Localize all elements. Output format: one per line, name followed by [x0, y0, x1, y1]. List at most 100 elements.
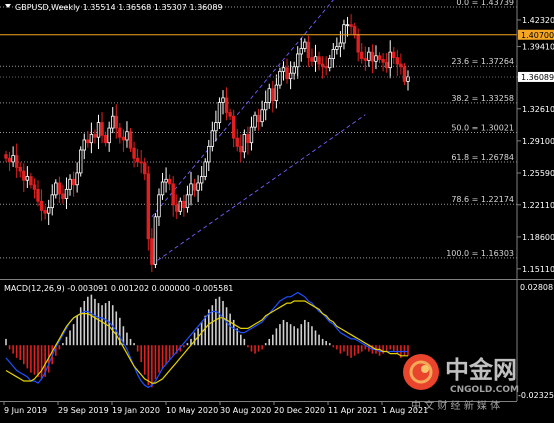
- price-tick-label: 1.32610: [522, 105, 554, 114]
- candle-body: [61, 193, 65, 199]
- price-tick-label: 1.15110: [522, 265, 554, 274]
- candle-body: [392, 51, 396, 59]
- candle-body: [306, 41, 311, 59]
- cngold-slogan-text: 中 文 财 经 新 媒 体: [411, 399, 500, 412]
- candle-body: [384, 61, 389, 69]
- candle-body: [367, 51, 371, 61]
- macd-axis-bottom: -0.02325: [518, 391, 554, 400]
- candle-body: [103, 134, 108, 144]
- candle-body: [256, 114, 261, 123]
- candle-body: [331, 48, 335, 59]
- fib-level-label: 78.6 = 1.22174: [451, 195, 514, 204]
- candle-body: [75, 172, 79, 186]
- price-axis[interactable]: 1.42320 1.39410 1.36089 1.32610 1.29100 1.255…: [516, 0, 554, 401]
- candle-body: [231, 115, 236, 139]
- time-tick-label: 19 Jan 2020: [112, 406, 160, 415]
- time-tick-label: 9 Jun 2019: [4, 406, 47, 415]
- candle-body: [260, 109, 264, 123]
- candle-body: [349, 24, 353, 27]
- candle-body: [139, 161, 143, 164]
- candle-body: [313, 56, 318, 62]
- candle-body: [192, 183, 197, 191]
- candle-body: [249, 126, 254, 144]
- candle-body: [160, 181, 165, 196]
- candle-body: [285, 67, 289, 80]
- fib-level-label: 50.0 = 1.30021: [451, 123, 514, 132]
- candle-body: [114, 115, 118, 129]
- candle-body: [36, 188, 40, 202]
- candle-body: [217, 102, 222, 123]
- candle-body: [406, 76, 410, 82]
- price-panel[interactable]: 0.0 = 1.43739 23.6 = 1.37264 38.2 = 1.3325…: [0, 0, 517, 279]
- time-tick-label: 11 Apr 2021: [328, 406, 377, 415]
- candle-body: [57, 182, 62, 195]
- time-tick-label: 20 Dec 2020: [274, 406, 325, 415]
- candle-body: [128, 131, 133, 149]
- candle-body: [121, 136, 126, 141]
- candle-body: [310, 57, 314, 62]
- candle-body: [111, 115, 115, 129]
- candle-body: [345, 24, 350, 27]
- candle-body: [342, 24, 346, 44]
- candle-body: [125, 131, 129, 141]
- candle-body: [274, 84, 279, 102]
- candle-body: [171, 183, 175, 206]
- price-tick-label: 1.39410: [522, 43, 554, 52]
- candle-body: [317, 56, 321, 65]
- candle-body: [370, 51, 375, 62]
- cngold-watermark: 中金网 CNGOLD.COM 中 文 财 经 新 媒 体: [403, 354, 519, 412]
- candle-body: [86, 139, 90, 144]
- price-tick-label: 1.22110: [522, 201, 554, 210]
- highlight-level-label: 1.40700: [521, 31, 554, 40]
- candle-body: [224, 97, 229, 113]
- candle-body: [303, 41, 307, 49]
- price-tick-label: 1.18600: [522, 233, 554, 242]
- candle-body: [203, 161, 207, 177]
- candle-body: [242, 134, 247, 153]
- time-tick-label: 29 Sep 2019: [58, 406, 109, 415]
- candle-body: [335, 46, 339, 50]
- symbol-header: GBPUSD,Weekly 1.35514 1.36568 1.35307 1.…: [5, 3, 223, 12]
- candle-body: [263, 102, 268, 111]
- candle-body: [196, 182, 200, 191]
- candle-body: [39, 200, 44, 211]
- current-price-label: 1.36089: [521, 73, 554, 82]
- candle-body: [363, 58, 368, 61]
- candle-body: [182, 200, 186, 209]
- candle-body: [25, 176, 30, 181]
- candle-body: [175, 204, 179, 212]
- candle-body: [89, 134, 94, 144]
- candle-body: [143, 162, 147, 175]
- candle-body: [281, 67, 286, 72]
- candle-body: [299, 48, 303, 55]
- candle-body: [164, 178, 168, 183]
- candle-body: [14, 155, 19, 168]
- candle-body: [132, 147, 136, 159]
- macd-histogram: [5, 294, 409, 388]
- fib-level-label: 0.0 = 1.43739: [456, 0, 514, 7]
- candle-body: [157, 194, 161, 218]
- candle-body: [395, 57, 400, 65]
- price-tick-label: 1.29100: [522, 137, 554, 146]
- candle-body: [271, 88, 275, 102]
- candle-body: [253, 114, 257, 128]
- candle-body: [146, 173, 151, 240]
- candle-body: [278, 70, 282, 86]
- cngold-logo-dot: [421, 365, 429, 373]
- candle-body: [207, 145, 211, 163]
- candle-body: [118, 127, 122, 138]
- time-tick-label: 10 May 2020: [166, 406, 218, 415]
- candle-body: [150, 238, 154, 265]
- macd-header-text: MACD(12,26,9) -0.003091 0.001202 0.00000…: [4, 284, 233, 293]
- candle-body: [292, 66, 296, 74]
- candle-body: [328, 58, 332, 69]
- current-price-badge: 1.36089: [518, 71, 554, 82]
- candle-body: [221, 97, 225, 103]
- cngold-brand-text: 中金网: [445, 356, 517, 384]
- candle-body: [185, 194, 190, 209]
- candle-body: [324, 66, 328, 69]
- candle-body: [338, 42, 343, 48]
- cngold-logo-icon: [403, 354, 439, 390]
- time-axis[interactable]: 9 Jun 2019 29 Sep 2019 19 Jan 2020 10 May 2…: [3, 401, 428, 415]
- candle-body: [374, 55, 378, 62]
